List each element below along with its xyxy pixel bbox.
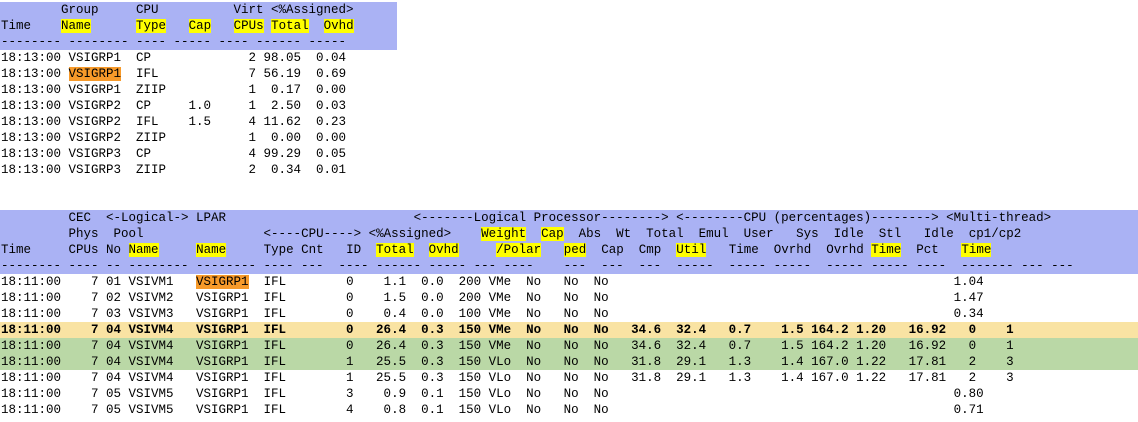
table-row: 18:11:00 7 04 VSIVM4 VSIGRP1 IFL 1 25.5 … <box>1 371 1014 385</box>
table-row: 18:13:00 VSIGRP2 ZIIP 1 0.00 0.00 <box>1 131 347 145</box>
table-row[interactable]: 18:13:00 VSIGRP1 IFL 7 56.19 0.69 <box>0 66 397 82</box>
report2-header-dashes: -------- ---- -- -------- -------- ---- … <box>0 258 1138 274</box>
table-row: 18:13:00 VSIGRP2 IFL 1.5 4 11.62 0.23 <box>1 115 347 129</box>
report1-header-line1: Group CPU Virt <%Assigned> <box>0 2 397 18</box>
selected-pool-name[interactable]: VSIGRP1 <box>196 275 249 289</box>
thread-row: 18:11:00 7 04 VSIVM4 VSIGRP1 IFL 0 26.4 … <box>0 338 1138 354</box>
report2-header-line1: CEC <-Logical-> LPAR <-------Logical Pro… <box>0 210 1138 226</box>
thread-row: 18:11:00 7 04 VSIVM4 VSIGRP1 IFL 1 25.5 … <box>0 354 1138 370</box>
selected-group-name[interactable]: VSIGRP1 <box>68 67 122 81</box>
table-row: 18:13:00 VSIGRP1 CP 2 98.05 0.04 <box>1 51 347 65</box>
table-row: 18:11:00 7 03 VSIVM3 VSIGRP1 IFL 0 0.4 0… <box>1 307 984 321</box>
table-row: 18:11:00 7 05 VSIVM5 VSIGRP1 IFL 4 0.8 0… <box>1 403 984 417</box>
table-row: 18:11:00 7 02 VSIVM2 VSIGRP1 IFL 0 1.5 0… <box>1 291 984 305</box>
report2-header-line3: Time CPUs No Name Name Type Cnt ID Total… <box>0 242 1138 258</box>
report2-header-line2: Phys Pool <----CPU----> <%Assigned> Weig… <box>0 226 1138 242</box>
table-row: 18:13:00 VSIGRP2 CP 1.0 1 2.50 0.03 <box>1 99 347 113</box>
table-row: 18:13:00 VSIGRP3 CP 4 99.29 0.05 <box>1 147 347 161</box>
report1-header-dashes: -------- -------- ---- ----- ---- ------… <box>0 34 397 50</box>
report1-header-line2: Time Name Type Cap CPUs Total Ovhd <box>0 18 397 34</box>
selected-table-row[interactable]: 18:11:00 7 04 VSIVM4 VSIGRP1 IFL 0 26.4 … <box>0 322 1138 338</box>
table-row: 18:11:00 7 01 VSIVM1 VSIGRP1 IFL 0 1.1 0… <box>1 275 984 289</box>
table-row: 18:11:00 7 05 VSIVM5 VSIGRP1 IFL 3 0.9 0… <box>1 387 984 401</box>
table-row: 18:13:00 VSIGRP1 ZIIP 1 0.17 0.00 <box>1 83 347 97</box>
table-row: 18:13:00 VSIGRP3 ZIIP 2 0.34 0.01 <box>1 163 347 177</box>
